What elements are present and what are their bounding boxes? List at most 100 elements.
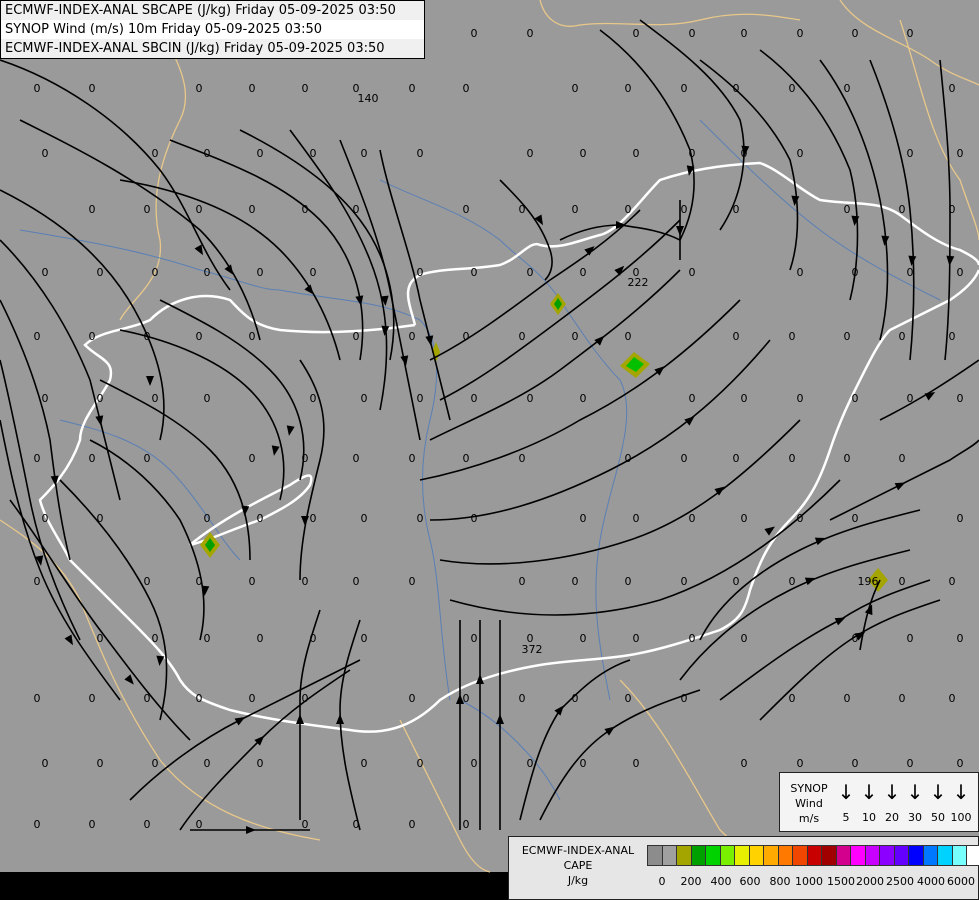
cin-value-label: 0 [196, 575, 203, 588]
header-line-synop-wind: SYNOP Wind (m/s) 10m Friday 05-09-2025 0… [5, 22, 323, 37]
cin-value-label: 0 [852, 266, 859, 279]
cin-value-label: 0 [689, 266, 696, 279]
cin-value-label: 0 [417, 392, 424, 405]
cin-value-label: 0 [97, 266, 104, 279]
cin-value-label: 0 [353, 330, 360, 343]
cin-value-label: 0 [899, 692, 906, 705]
cin-value-label: 0 [463, 203, 470, 216]
cin-value-label: 0 [797, 757, 804, 770]
cin-value-label: 0 [310, 392, 317, 405]
cin-value-label: 0 [204, 392, 211, 405]
cin-value-label: 0 [741, 757, 748, 770]
cin-value-label: 0 [907, 147, 914, 160]
cin-value-label: 0 [681, 203, 688, 216]
cape-legend-title-1: ECMWF-INDEX-ANAL [521, 844, 635, 857]
cin-value-label: 0 [789, 575, 796, 588]
cin-value-label: 0 [471, 392, 478, 405]
cin-value-label: 0 [310, 632, 317, 645]
cin-value-label: 0 [409, 330, 416, 343]
cape-color-swatch [792, 845, 808, 866]
cape-legend-title-3: J/kg [567, 874, 589, 887]
cin-value-label: 0 [249, 692, 256, 705]
cin-value-label: 0 [741, 512, 748, 525]
cin-value-label: 0 [144, 452, 151, 465]
cin-value-label: 0 [689, 27, 696, 40]
cin-value-label: 0 [361, 147, 368, 160]
cin-value-label: 0 [519, 575, 526, 588]
cin-value-label: 0 [302, 818, 309, 831]
cin-value-label: 0 [899, 452, 906, 465]
cin-value-label: 0 [580, 632, 587, 645]
cape-scale-tick: 800 [769, 875, 791, 888]
cin-value-label: 0 [949, 330, 956, 343]
map-header: ECMWF-INDEX-ANAL SBCAPE (J/kg) Friday 05… [0, 0, 425, 59]
cin-value-label: 0 [302, 575, 309, 588]
cin-value-label: 0 [572, 82, 579, 95]
cin-value-label: 0 [572, 575, 579, 588]
wind-arrow-icon: ↓ [952, 780, 970, 804]
cin-value-label: 0 [409, 692, 416, 705]
cin-value-label: 0 [580, 757, 587, 770]
cin-value-label: 0 [907, 632, 914, 645]
cin-value-label: 0 [852, 512, 859, 525]
cin-value-label: 0 [89, 82, 96, 95]
cin-value-label: 0 [302, 452, 309, 465]
cape-wind-map: 0 0 0 0 0 0 0 0 0 0 0 0 0 0 0 0 0 0 0 0 0 0 0 0 0 0 0 0 0 0 0 0 0 0 0 0 0 0 0 0… [0, 0, 979, 900]
cin-value-label: 0 [204, 266, 211, 279]
cin-value-label: 0 [42, 757, 49, 770]
cin-value-label: 0 [844, 203, 851, 216]
cin-value-label: 0 [257, 757, 264, 770]
cape-color-swatch [748, 845, 764, 866]
cin-value-label: 0 [733, 452, 740, 465]
cin-value-label: 0 [249, 452, 256, 465]
header-line-sbcin: ECMWF-INDEX-ANAL SBCIN (J/kg) Friday 05-… [1, 39, 424, 58]
cape-color-swatch [821, 845, 837, 866]
cape-color-swatch [864, 845, 880, 866]
cin-value-label: 0 [949, 575, 956, 588]
cin-value-label: 0 [353, 452, 360, 465]
cin-value-label: 0 [97, 632, 104, 645]
cape-scale-tick: 6000 [947, 875, 975, 888]
cin-value-label: 0 [572, 330, 579, 343]
cin-value-label: 0 [949, 203, 956, 216]
cin-value-label: 0 [957, 147, 964, 160]
cin-value-label: 0 [409, 818, 416, 831]
cin-value-label: 0 [580, 512, 587, 525]
cin-value-label: 0 [633, 512, 640, 525]
cin-value-label: 0 [844, 452, 851, 465]
cin-value-label: 0 [572, 692, 579, 705]
cin-value-label: 0 [580, 147, 587, 160]
cape-color-swatch [893, 845, 909, 866]
cin-value-label: 0 [249, 575, 256, 588]
cin-value-label: 0 [625, 692, 632, 705]
cin-value-label: 0 [310, 512, 317, 525]
cin-value-label: 0 [302, 203, 309, 216]
cin-value-label: 0 [34, 692, 41, 705]
cin-value-label: 0 [257, 512, 264, 525]
cape-scale-tick: 200 [680, 875, 702, 888]
cin-value-label: 0 [152, 266, 159, 279]
cape-color-swatch [922, 845, 938, 866]
cin-value-label: 0 [797, 512, 804, 525]
cin-value-label: 0 [302, 82, 309, 95]
cin-value-label: 0 [957, 392, 964, 405]
cape-color-swatch [850, 845, 866, 866]
cin-value-label: 0 [949, 82, 956, 95]
cin-value-label: 0 [519, 452, 526, 465]
cin-value-label: 0 [741, 27, 748, 40]
cape-value-label: 372 [522, 643, 543, 656]
cin-value-label: 0 [144, 575, 151, 588]
cin-value-label: 0 [572, 203, 579, 216]
cin-value-label: 0 [681, 692, 688, 705]
cin-value-label: 0 [957, 632, 964, 645]
synop-wind-legend: SYNOP Wind m/s ↓ ↓ ↓ ↓ ↓ ↓ 5 10 20 30 50… [779, 772, 979, 832]
cin-value-label: 0 [519, 330, 526, 343]
cape-color-swatch [879, 845, 895, 866]
cin-value-label: 0 [196, 330, 203, 343]
cin-value-label: 0 [625, 203, 632, 216]
cin-value-label: 0 [733, 203, 740, 216]
cape-scale-tick: 1500 [827, 875, 855, 888]
cin-value-label: 0 [852, 632, 859, 645]
cin-value-label: 0 [733, 575, 740, 588]
cin-value-label: 0 [89, 692, 96, 705]
